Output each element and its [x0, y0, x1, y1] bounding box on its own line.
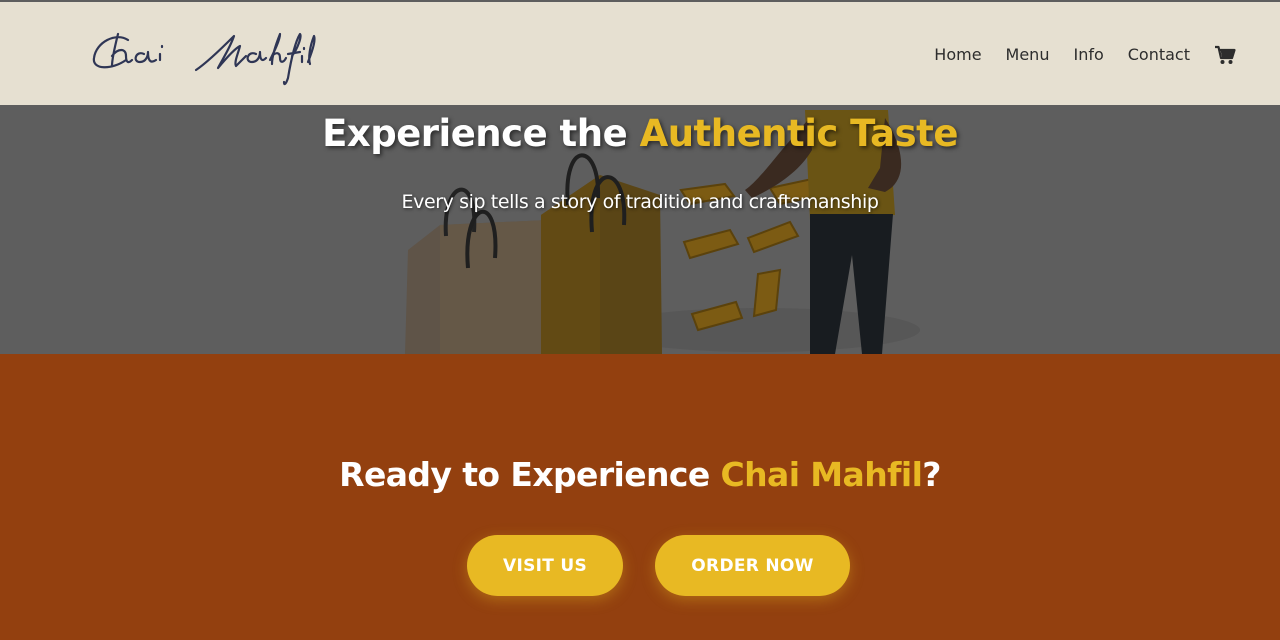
site-header: Home Menu Info Contact [0, 2, 1280, 105]
nav-menu-link[interactable]: Menu [1006, 42, 1050, 68]
nav-home-link[interactable]: Home [934, 42, 981, 68]
nav-info-link[interactable]: Info [1073, 42, 1103, 68]
hero-title-main: Experience the [322, 112, 640, 155]
cta-title-end: ? [922, 455, 941, 494]
cta-section: Ready to Experience Chai Mahfil? VISIT U… [0, 354, 1280, 640]
cta-title-main: Ready to Experience [339, 455, 721, 494]
brand-logo[interactable] [88, 22, 320, 88]
hero-subtitle: Every sip tells a story of tradition and… [401, 191, 879, 213]
cta-title: Ready to Experience Chai Mahfil? [0, 455, 1280, 494]
visit-us-button[interactable]: VISIT US [467, 535, 623, 596]
shopping-cart-icon[interactable] [1214, 45, 1236, 65]
nav-contact-link[interactable]: Contact [1128, 42, 1190, 68]
hero-title-accent: Authentic Taste [639, 112, 959, 155]
hero-title: Experience the Authentic Taste [0, 112, 1280, 155]
order-now-button[interactable]: ORDER NOW [655, 535, 850, 596]
main-nav: Home Menu Info Contact [934, 42, 1236, 68]
cta-title-accent: Chai Mahfil [720, 455, 923, 494]
